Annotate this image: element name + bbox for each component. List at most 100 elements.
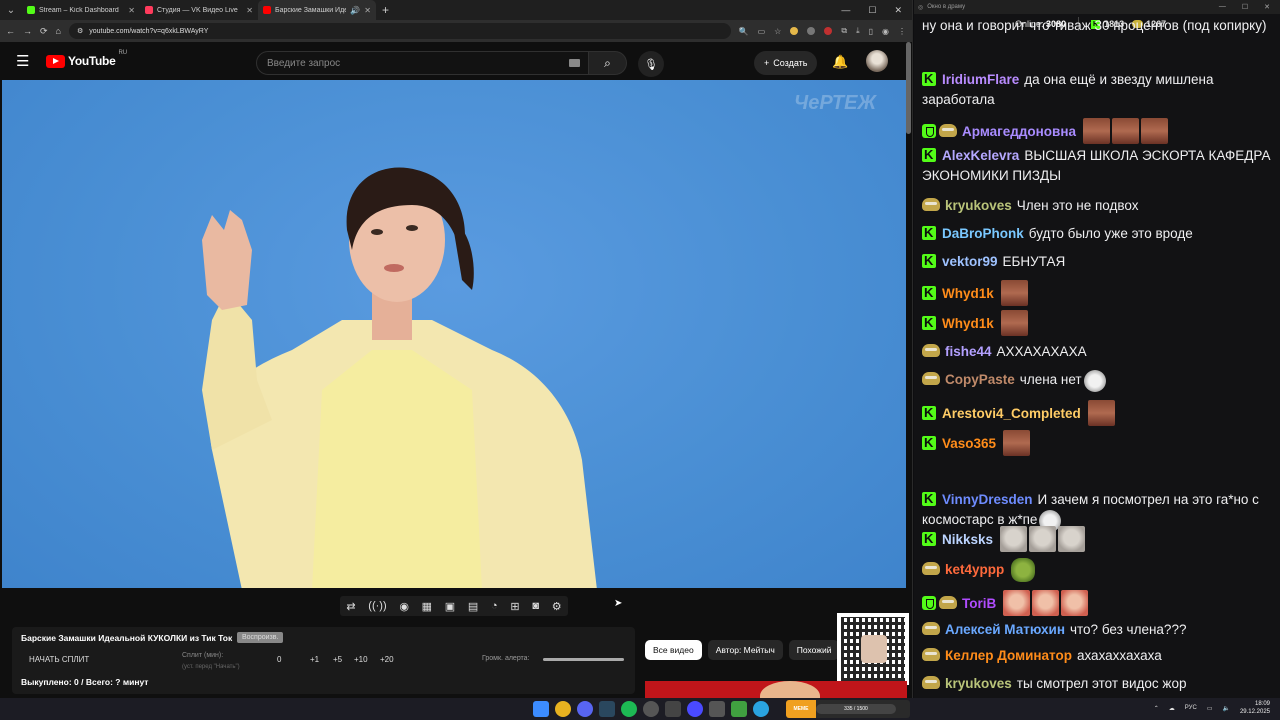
maximize-icon[interactable]: ☐ xyxy=(1242,3,1248,11)
start-split-button[interactable]: НАЧАТЬ СПЛИТ xyxy=(29,655,89,664)
discord-icon[interactable] xyxy=(577,701,593,717)
split-plus20-button[interactable]: +20 xyxy=(380,655,394,664)
app-icon[interactable] xyxy=(709,701,725,717)
sidebar-icon[interactable]: ▯ xyxy=(869,27,873,36)
bookmark-star-icon[interactable]: ☆ xyxy=(774,27,781,36)
gear-icon[interactable]: ⚙ xyxy=(552,600,562,613)
tab-youtube-video[interactable]: Барские Замашки Идеаль 🔊 ✕ xyxy=(258,0,376,20)
chrome-icon[interactable] xyxy=(555,701,571,717)
chat-username[interactable]: ket4yppp xyxy=(945,562,1004,577)
page-scrollbar[interactable] xyxy=(906,42,911,134)
chat-username[interactable]: Келлер Доминатор xyxy=(945,648,1072,663)
split-plus1-button[interactable]: +1 xyxy=(310,655,319,664)
onedrive-icon[interactable]: ☁ xyxy=(1169,705,1175,712)
chat-username[interactable]: Whyd1k xyxy=(942,286,994,301)
url-field[interactable]: ⚙ youtube.com/watch?v=q6xkLBWAyRY xyxy=(68,23,731,39)
chat-username[interactable]: Whyd1k xyxy=(942,316,994,331)
back-icon[interactable]: ← xyxy=(6,26,15,36)
related-video-thumbnail[interactable] xyxy=(645,681,907,698)
player-icon[interactable] xyxy=(687,701,703,717)
chat-username[interactable]: AlexKelevra xyxy=(942,148,1019,163)
close-window-icon[interactable]: ✕ xyxy=(1264,3,1270,11)
profile-icon[interactable]: ◉ xyxy=(882,27,889,36)
chat-username[interactable]: VinnyDresden xyxy=(942,492,1033,507)
menu-icon[interactable]: ⋮ xyxy=(898,27,906,36)
minimize-icon[interactable]: — xyxy=(841,5,850,16)
user-avatar[interactable] xyxy=(866,50,888,72)
alert-volume-slider[interactable] xyxy=(543,658,624,661)
keyboard-icon[interactable] xyxy=(569,59,580,67)
loop-icon[interactable]: ⇄ xyxy=(346,600,355,613)
play-video-button[interactable]: Воспроизв. xyxy=(237,632,284,643)
youtube-logo[interactable]: YouTube RU xyxy=(46,50,127,68)
close-icon[interactable]: ✕ xyxy=(246,6,253,15)
frames-icon[interactable]: ▤ xyxy=(468,600,478,613)
clock[interactable]: 18:09 29.12.2025 xyxy=(1240,700,1270,716)
new-tab-icon[interactable]: + xyxy=(376,3,395,17)
tray-chevron-icon[interactable]: ⌃ xyxy=(1154,705,1159,712)
download-icon[interactable]: ⤓ xyxy=(856,26,860,36)
extension-icon[interactable] xyxy=(790,27,799,35)
app-icon[interactable] xyxy=(731,701,747,717)
chat-username[interactable]: kryukoves xyxy=(945,676,1012,691)
split-plus10-button[interactable]: +10 xyxy=(354,655,368,664)
volume-icon[interactable]: 🔈 xyxy=(1222,705,1229,712)
chat-username[interactable]: Nikksks xyxy=(942,532,993,547)
split-plus5-button[interactable]: +5 xyxy=(333,655,342,664)
chat-username[interactable]: CopyPaste xyxy=(945,372,1015,387)
app-icon[interactable] xyxy=(665,701,681,717)
tab-vk-studio[interactable]: Студия — VK Видео Live ✕ xyxy=(140,0,258,20)
maximize-icon[interactable]: ☐ xyxy=(868,5,876,16)
search-button[interactable]: ⌕ xyxy=(589,51,627,75)
home-icon[interactable]: ⌂ xyxy=(56,26,61,36)
chat-username[interactable]: kryukoves xyxy=(945,198,1012,213)
notifications-bell-icon[interactable]: 🔔 xyxy=(832,54,848,70)
chat-username[interactable]: Алексей Матюхин xyxy=(945,622,1065,637)
add-clip-icon[interactable]: ⊞ xyxy=(510,600,519,613)
windows-start-icon[interactable] xyxy=(533,701,549,717)
search-input[interactable]: Введите запрос xyxy=(256,51,589,75)
close-window-icon[interactable]: ✕ xyxy=(894,5,902,16)
zoom-icon[interactable]: 🔍 xyxy=(739,27,749,36)
close-icon[interactable]: ✕ xyxy=(128,6,135,15)
tab-kick-dashboard[interactable]: Stream – Kick Dashboard ✕ xyxy=(22,0,140,20)
hamburger-menu-icon[interactable]: ☰ xyxy=(16,52,38,70)
cast-icon[interactable]: ▭ xyxy=(758,27,766,36)
extensions-puzzle-icon[interactable]: ⧉ xyxy=(841,26,847,36)
camera-icon[interactable]: ◙ xyxy=(532,600,539,612)
eye-icon[interactable]: ◉ xyxy=(399,600,409,613)
obs-icon[interactable] xyxy=(643,701,659,717)
speed-icon[interactable]: ◔ xyxy=(491,600,498,612)
chip-all-videos[interactable]: Все видео xyxy=(645,640,702,660)
tab-search-icon[interactable]: ⌄ xyxy=(0,5,22,16)
chat-username[interactable]: ToriB xyxy=(962,596,996,611)
steam-icon[interactable] xyxy=(599,701,615,717)
broadcast-icon[interactable]: ((·)) xyxy=(368,600,386,612)
extension-icon[interactable] xyxy=(807,27,816,35)
language-indicator[interactable]: РУС xyxy=(1185,705,1197,711)
site-info-icon[interactable]: ⚙ xyxy=(77,27,83,35)
chat-username[interactable]: vektor99 xyxy=(942,254,998,269)
speaker-icon[interactable]: 🔊 xyxy=(350,6,360,15)
video-player[interactable]: ЧеРТЕЖ xyxy=(2,80,906,588)
film-icon[interactable]: ▦ xyxy=(422,600,432,613)
network-icon[interactable]: ▭ xyxy=(1207,705,1213,712)
close-icon[interactable]: ✕ xyxy=(364,6,371,15)
telegram-icon[interactable] xyxy=(753,701,769,717)
create-button[interactable]: + Создать xyxy=(754,51,818,75)
chip-similar[interactable]: Похожий xyxy=(788,640,840,660)
chat-username[interactable]: DaBroPhonk xyxy=(942,226,1024,241)
chat-username[interactable]: Arestovi4_Completed xyxy=(942,406,1081,421)
chat-username[interactable]: Армагеддоновна xyxy=(962,124,1076,139)
reload-icon[interactable]: ⟳ xyxy=(40,26,48,37)
chat-username[interactable]: IridiumFlare xyxy=(942,72,1019,87)
pip-icon[interactable]: ▣ xyxy=(445,600,455,613)
minimize-icon[interactable]: — xyxy=(1219,3,1226,11)
extension-icon[interactable] xyxy=(824,27,833,35)
spotify-icon[interactable] xyxy=(621,701,637,717)
chat-username[interactable]: fishe44 xyxy=(945,344,992,359)
chip-author[interactable]: Автор: Мейтыч xyxy=(707,640,783,660)
chat-username[interactable]: Vaso365 xyxy=(942,436,996,451)
forward-icon[interactable]: → xyxy=(23,26,32,36)
voice-search-mic-icon[interactable]: 🎙 xyxy=(638,51,664,77)
